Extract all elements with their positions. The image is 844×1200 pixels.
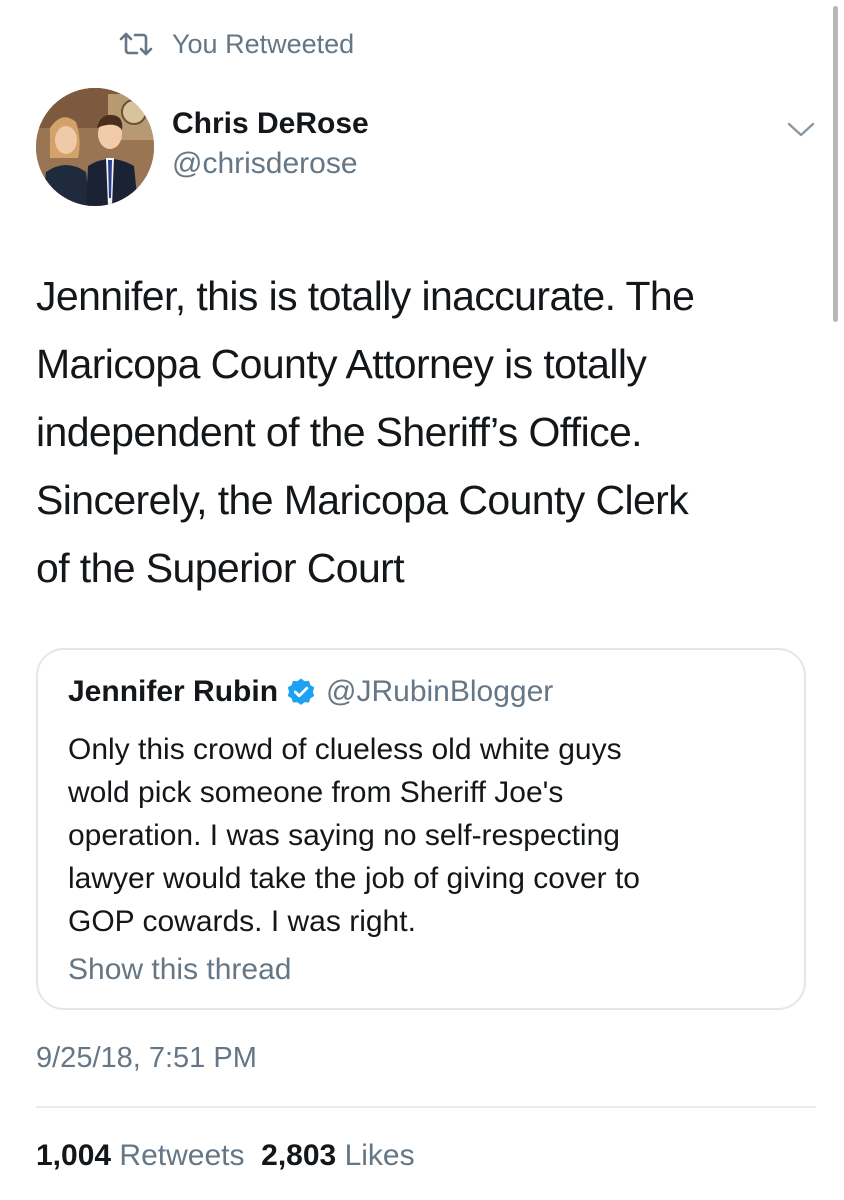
quoted-text-line: wold pick someone from Sheriff Joe's bbox=[68, 776, 564, 809]
show-thread-link[interactable]: Show this thread bbox=[68, 950, 291, 990]
quoted-tweet-header: Jennifer Rubin @JRubinBlogger bbox=[68, 672, 553, 712]
retweets-label: Retweets bbox=[119, 1139, 245, 1172]
author-block[interactable]: Chris DeRose @chrisderose bbox=[172, 104, 369, 184]
tweet-text: Jennifer, this is totally inaccurate. Th… bbox=[36, 262, 806, 602]
quoted-author-name: Jennifer Rubin bbox=[68, 675, 279, 708]
likes-count: 2,803 bbox=[261, 1139, 337, 1172]
likes-label: Likes bbox=[344, 1139, 415, 1172]
verified-badge-icon bbox=[287, 678, 315, 705]
scrollbar[interactable] bbox=[833, 6, 838, 322]
retweet-context-label: You Retweeted bbox=[172, 28, 355, 59]
tweet-text-line: Sincerely, the Maricopa County Clerk bbox=[36, 477, 689, 523]
retweets-stat[interactable]: 1,004 Retweets bbox=[36, 1139, 244, 1172]
quoted-text-line: lawyer would take the job of giving cove… bbox=[68, 862, 640, 895]
chevron-down-icon[interactable] bbox=[786, 118, 816, 142]
tweet-timestamp: 9/25/18, 7:51 PM bbox=[36, 1042, 257, 1074]
avatar-photo bbox=[36, 88, 154, 206]
tweet-text-line: Jennifer, this is totally inaccurate. Th… bbox=[36, 273, 695, 319]
retweet-context: You Retweeted bbox=[118, 26, 354, 62]
tweet-text-line: of the Superior Court bbox=[36, 545, 405, 591]
author-display-name[interactable]: Chris DeRose bbox=[172, 104, 369, 144]
divider bbox=[36, 1106, 816, 1108]
quoted-text-line: Only this crowd of clueless old white gu… bbox=[68, 733, 622, 766]
avatar[interactable] bbox=[36, 88, 154, 206]
quoted-tweet-card[interactable]: Jennifer Rubin @JRubinBlogger Only this … bbox=[36, 648, 806, 1010]
tweet-text-line: independent of the Sheriff’s Office. bbox=[36, 409, 643, 455]
tweet-stats: 1,004 Retweets 2,803 Likes bbox=[36, 1136, 415, 1176]
quoted-text-line: GOP cowards. I was right. bbox=[68, 905, 416, 938]
retweet-icon bbox=[119, 32, 153, 56]
retweets-count: 1,004 bbox=[36, 1139, 112, 1172]
tweet-text-line: Maricopa County Attorney is totally bbox=[36, 341, 647, 387]
likes-stat[interactable]: 2,803 Likes bbox=[261, 1139, 414, 1172]
quoted-text-line: operation. I was saying no self-respecti… bbox=[68, 819, 620, 852]
author-handle[interactable]: @chrisderose bbox=[172, 144, 369, 184]
quoted-tweet-text: Only this crowd of clueless old white gu… bbox=[68, 728, 784, 943]
quoted-author-handle: @JRubinBlogger bbox=[326, 675, 554, 708]
